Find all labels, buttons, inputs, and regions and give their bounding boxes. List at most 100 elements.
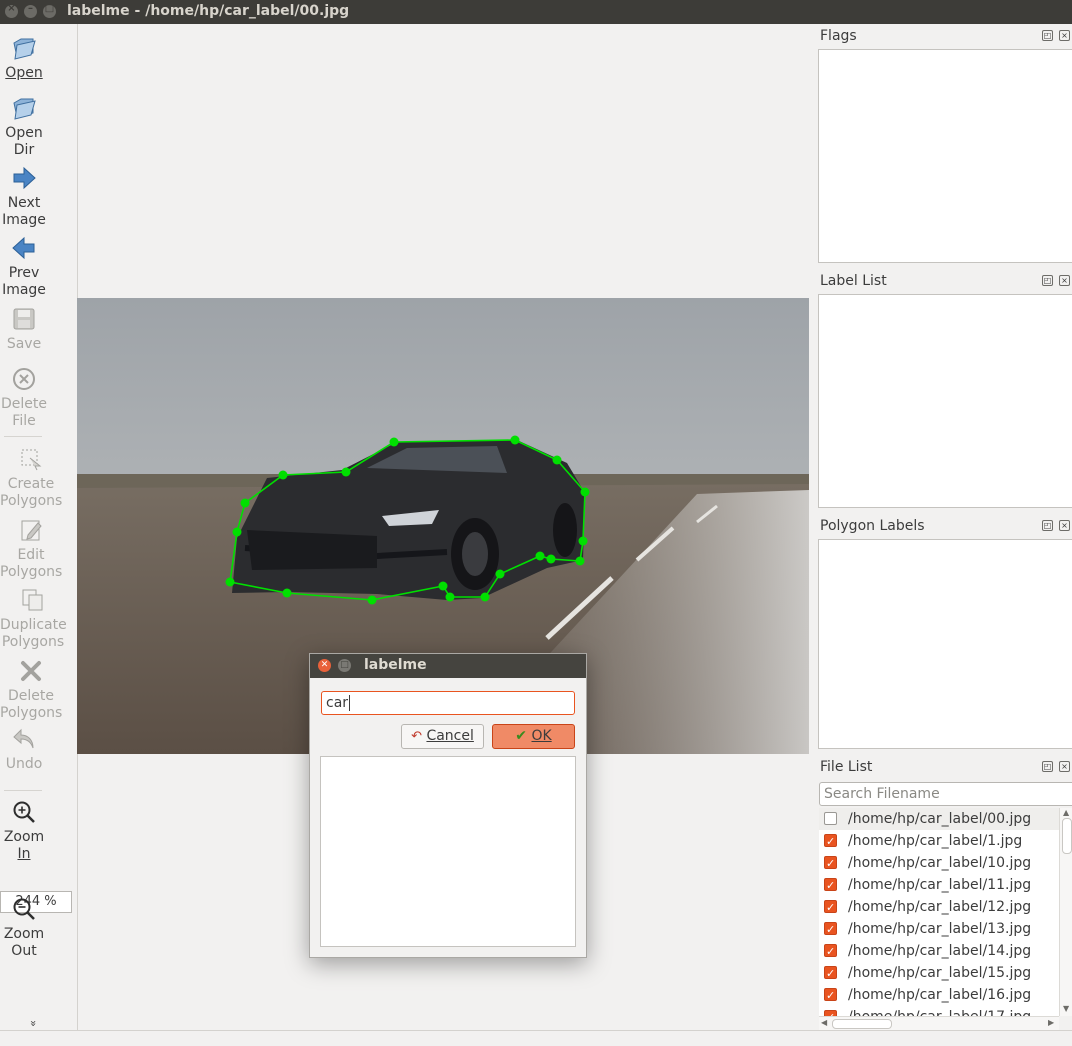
scroll-down-arrow-icon[interactable]: ▼ — [1063, 1004, 1069, 1013]
label-input[interactable]: car — [321, 691, 575, 715]
file-list: /home/hp/car_label/00.jpg /home/hp/car_l… — [819, 808, 1059, 1016]
file-checkbox[interactable] — [824, 853, 837, 875]
flags-dock: Flags ◰ × — [811, 28, 1072, 264]
delete-file-button[interactable]: Delete File — [0, 366, 48, 430]
zoom-out-icon — [13, 898, 35, 920]
edit-polygons-button[interactable]: Edit Polygons — [0, 517, 62, 581]
save-button[interactable]: Save — [0, 306, 48, 353]
file-list-horizontal-scrollbar[interactable]: ◀ ▶ — [819, 1016, 1059, 1030]
file-path: /home/hp/car_label/15.jpg — [848, 965, 1032, 981]
label-suggestion-list[interactable] — [320, 756, 576, 947]
delete-circle-icon — [13, 368, 35, 390]
label-list[interactable] — [818, 294, 1072, 508]
label-dialog: ✕ □ labelme car ↶ Cancel ✔ OK — [309, 653, 587, 958]
file-checkbox[interactable] — [824, 875, 837, 897]
file-checkbox[interactable] — [824, 831, 837, 853]
file-list-item[interactable]: /home/hp/car_label/13.jpg — [819, 918, 1059, 941]
file-checkbox[interactable] — [824, 963, 837, 985]
prev-image-label: Prev Image — [2, 265, 46, 298]
dialog-title: labelme — [364, 657, 427, 673]
dialog-maximize-icon[interactable]: □ — [338, 659, 351, 672]
file-list-item[interactable]: /home/hp/car_label/11.jpg — [819, 874, 1059, 897]
zoom-out-label: Zoom Out — [3, 926, 45, 959]
dock-close-icon[interactable]: × — [1059, 761, 1070, 772]
status-bar — [0, 1030, 1072, 1046]
scroll-up-arrow-icon[interactable]: ▲ — [1063, 808, 1069, 817]
file-checkbox[interactable] — [824, 919, 837, 941]
file-list-item[interactable]: /home/hp/car_label/14.jpg — [819, 940, 1059, 963]
checkmark-icon: ✔ — [515, 728, 528, 744]
open-button[interactable]: Open — [0, 35, 48, 82]
cancel-button[interactable]: ↶ Cancel — [401, 724, 484, 749]
duplicate-polygons-button[interactable]: Duplicate Polygons — [0, 587, 67, 651]
toolbar-separator — [4, 436, 42, 437]
delete-x-icon — [21, 661, 41, 681]
arrow-right-icon — [13, 166, 36, 190]
scroll-left-arrow-icon[interactable]: ◀ — [821, 1018, 827, 1027]
scrollbar-thumb[interactable] — [832, 1019, 892, 1029]
dock-close-icon[interactable]: × — [1059, 30, 1070, 41]
save-icon — [13, 308, 35, 330]
create-polygons-button[interactable]: Create Polygons — [0, 446, 62, 510]
file-list-item[interactable]: /home/hp/car_label/1.jpg — [819, 830, 1059, 853]
window-title: labelme - /home/hp/car_label/00.jpg — [67, 3, 350, 19]
edit-polygons-label: Edit Polygons — [0, 547, 63, 580]
zoom-out-button[interactable]: Zoom Out — [0, 896, 48, 960]
undo-icon — [13, 728, 34, 749]
ok-button[interactable]: ✔ OK — [492, 724, 575, 749]
dock-close-icon[interactable]: × — [1059, 275, 1070, 286]
file-path: /home/hp/car_label/16.jpg — [848, 987, 1032, 1003]
label-input-value: car — [326, 695, 349, 711]
dialog-close-icon[interactable]: ✕ — [318, 659, 331, 672]
dock-float-icon[interactable]: ◰ — [1042, 30, 1053, 41]
file-list-item[interactable]: /home/hp/car_label/16.jpg — [819, 984, 1059, 1007]
next-image-label: Next Image — [2, 195, 46, 228]
file-checkbox[interactable] — [824, 941, 837, 963]
file-path: /home/hp/car_label/10.jpg — [848, 855, 1032, 871]
toolbar-extension-chevron-icon[interactable]: » — [27, 1020, 40, 1027]
zoom-in-icon — [13, 801, 35, 823]
file-list-item[interactable]: /home/hp/car_label/12.jpg — [819, 896, 1059, 919]
polygon-labels-dock: Polygon Labels ◰ × — [811, 518, 1072, 750]
next-image-button[interactable]: Next Image — [0, 165, 48, 229]
dock-float-icon[interactable]: ◰ — [1042, 520, 1053, 531]
polygon-labels-list[interactable] — [818, 539, 1072, 749]
file-checkbox[interactable] — [824, 985, 837, 1007]
file-list-item[interactable]: /home/hp/car_label/10.jpg — [819, 852, 1059, 875]
dock-float-icon[interactable]: ◰ — [1042, 275, 1053, 286]
delete-polygons-button[interactable]: Delete Polygons — [0, 658, 62, 722]
file-list-vertical-scrollbar[interactable]: ▲ ▼ — [1059, 808, 1072, 1016]
ok-label: OK — [531, 728, 552, 744]
dock-float-icon[interactable]: ◰ — [1042, 761, 1053, 772]
file-path: /home/hp/car_label/13.jpg — [848, 921, 1032, 937]
duplicate-polygons-label: Duplicate Polygons — [0, 617, 67, 650]
file-path: /home/hp/car_label/1.jpg — [848, 833, 1023, 849]
file-list-item[interactable]: /home/hp/car_label/15.jpg — [819, 962, 1059, 985]
open-dir-button[interactable]: Open Dir — [0, 95, 48, 159]
file-path: /home/hp/car_label/00.jpg — [848, 811, 1032, 827]
zoom-in-button[interactable]: Zoom In — [0, 799, 48, 863]
folder-open-icon — [13, 38, 36, 60]
dialog-titlebar: ✕ □ labelme — [310, 654, 586, 678]
file-list-item[interactable]: /home/hp/car_label/17.jpg — [819, 1006, 1059, 1016]
file-path: /home/hp/car_label/14.jpg — [848, 943, 1032, 959]
file-checkbox[interactable] — [824, 897, 837, 919]
scrollbar-thumb[interactable] — [1062, 818, 1072, 854]
copy-icon — [22, 589, 43, 611]
file-list-item[interactable]: /home/hp/car_label/00.jpg — [819, 808, 1059, 830]
file-path: /home/hp/car_label/17.jpg — [848, 1006, 1031, 1016]
prev-image-button[interactable]: Prev Image — [0, 235, 48, 299]
scroll-right-arrow-icon[interactable]: ▶ — [1048, 1018, 1054, 1027]
save-label: Save — [6, 336, 42, 352]
arrow-left-icon — [12, 236, 35, 260]
window-maximize-button[interactable]: □ — [43, 3, 56, 18]
dock-close-icon[interactable]: × — [1059, 520, 1070, 531]
file-checkbox[interactable] — [824, 812, 837, 825]
search-filename-input[interactable]: Search Filename — [819, 782, 1072, 806]
window-minimize-button[interactable]: – — [24, 3, 37, 18]
zoom-in-label: Zoom In — [3, 829, 45, 862]
delete-polygons-label: Delete Polygons — [0, 688, 63, 721]
flags-list[interactable] — [818, 49, 1072, 263]
undo-button[interactable]: Undo — [0, 726, 48, 773]
window-close-button[interactable]: × — [5, 3, 18, 18]
